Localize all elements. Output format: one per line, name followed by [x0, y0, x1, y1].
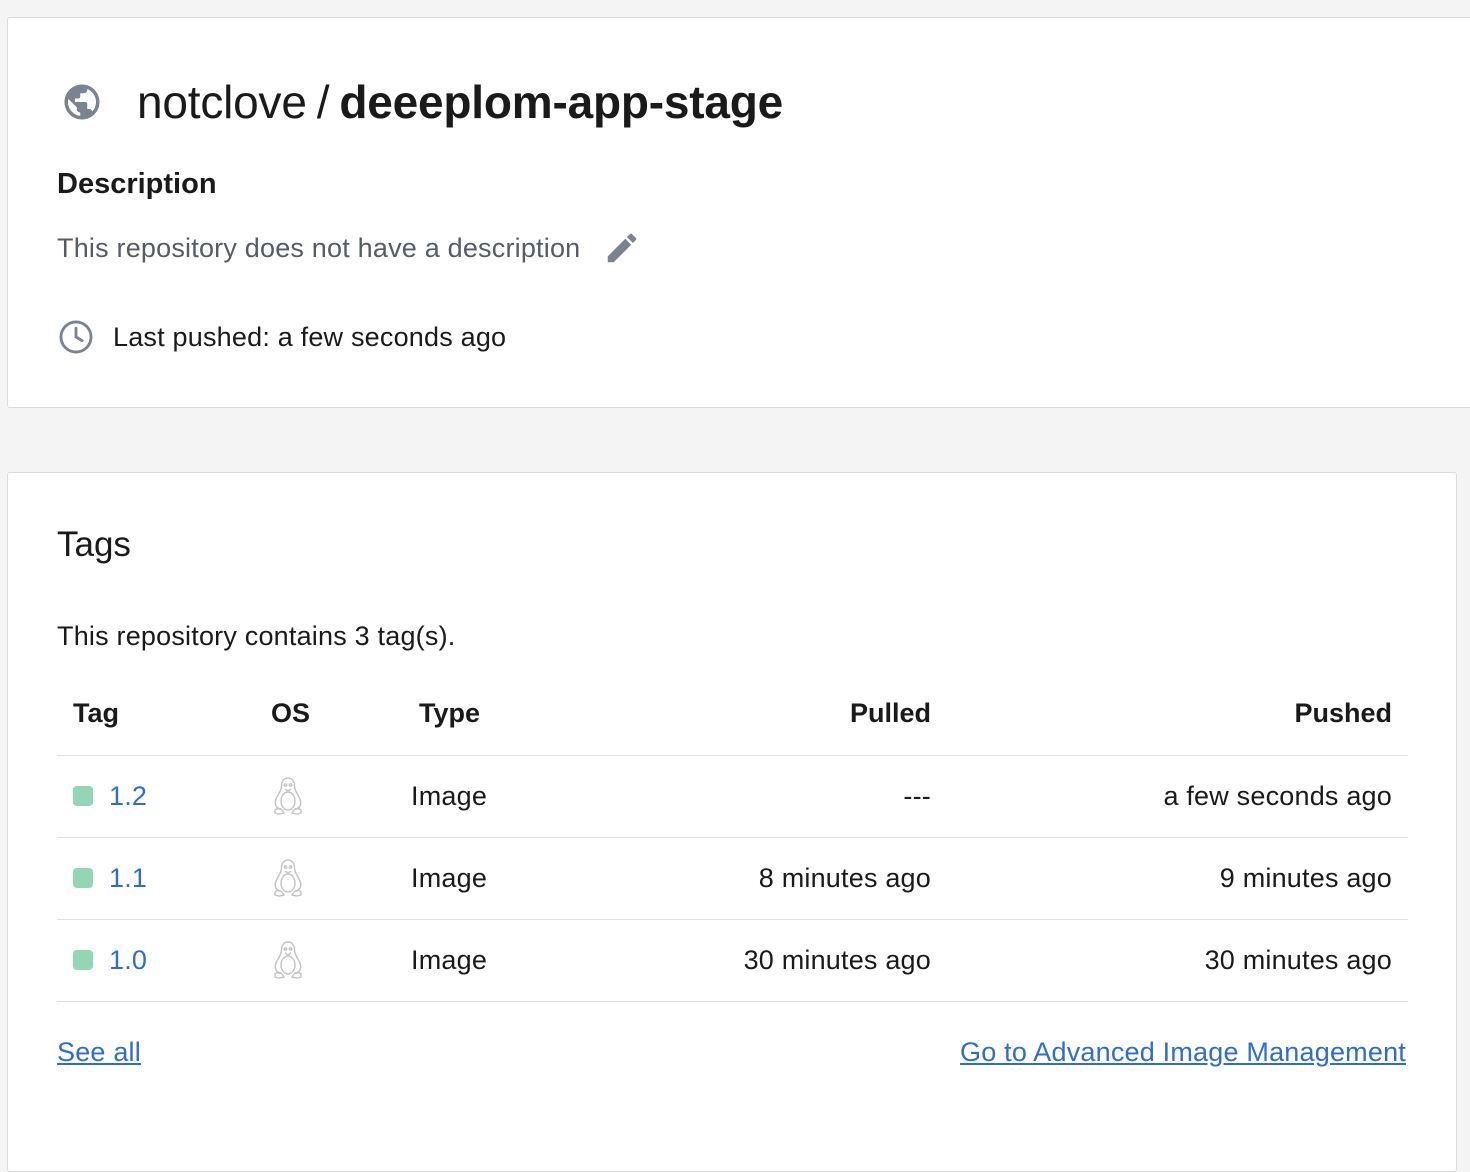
pulled-cell: 8 minutes ago [591, 837, 931, 920]
advanced-image-management-link[interactable]: Go to Advanced Image Management [960, 1037, 1406, 1068]
description-heading: Description [57, 168, 217, 200]
tags-heading: Tags [57, 525, 131, 564]
type-cell: Image [411, 919, 591, 1002]
linux-icon [271, 939, 305, 981]
type-cell: Image [411, 837, 591, 920]
repo-namespace: notclove [137, 76, 307, 128]
tag-cell: 1.2 [57, 755, 271, 838]
pushed-cell: 30 minutes ago [931, 919, 1408, 1002]
pencil-icon[interactable] [602, 228, 642, 268]
os-cell [271, 755, 411, 838]
repo-separator: / [316, 76, 330, 128]
column-header-os: OS [271, 673, 411, 756]
clock-icon [57, 318, 95, 356]
tags-card: Tags This repository contains 3 tag(s). … [7, 472, 1457, 1172]
repo-header: notclove / deeeplom-app-stage [60, 74, 783, 130]
linux-icon [271, 775, 305, 817]
tags-table: Tag OS Type Pulled Pushed 1.2 Image --- … [57, 673, 1408, 1002]
os-cell [271, 837, 411, 920]
column-header-pulled: Pulled [591, 673, 931, 756]
column-header-tag: Tag [57, 673, 271, 756]
tag-status-indicator [73, 868, 93, 888]
description-text: This repository does not have a descript… [57, 232, 581, 263]
tag-cell: 1.0 [57, 919, 271, 1002]
type-cell: Image [411, 755, 591, 838]
pulled-cell: 30 minutes ago [591, 919, 931, 1002]
globe-icon [60, 80, 104, 124]
table-header-row: Tag OS Type Pulled Pushed [57, 673, 1408, 756]
repo-name: deeeplom-app-stage [339, 76, 784, 128]
page-title: notclove / deeeplom-app-stage [137, 74, 783, 130]
column-header-pushed: Pushed [931, 673, 1408, 756]
tags-count-text: This repository contains 3 tag(s). [57, 621, 456, 651]
tag-status-indicator [73, 950, 93, 970]
tag-link[interactable]: 1.0 [109, 945, 147, 976]
table-row: 1.1 Image 8 minutes ago 9 minutes ago [57, 837, 1408, 920]
description-row: This repository does not have a descript… [57, 228, 642, 268]
see-all-link[interactable]: See all [57, 1037, 141, 1068]
tag-status-indicator [73, 786, 93, 806]
pushed-cell: a few seconds ago [931, 755, 1408, 838]
linux-icon [271, 857, 305, 899]
tag-link[interactable]: 1.2 [109, 781, 147, 812]
column-header-type: Type [411, 673, 591, 756]
pulled-cell: --- [591, 755, 931, 838]
table-row: 1.0 Image 30 minutes ago 30 minutes ago [57, 919, 1408, 1002]
last-pushed-text: Last pushed: a few seconds ago [113, 321, 507, 352]
tag-link[interactable]: 1.1 [109, 863, 147, 894]
repository-info-card: notclove / deeeplom-app-stage Description … [7, 17, 1470, 408]
last-pushed-row: Last pushed: a few seconds ago [57, 318, 506, 356]
tag-cell: 1.1 [57, 837, 271, 920]
table-row: 1.2 Image --- a few seconds ago [57, 755, 1408, 838]
pushed-cell: 9 minutes ago [931, 837, 1408, 920]
os-cell [271, 919, 411, 1002]
